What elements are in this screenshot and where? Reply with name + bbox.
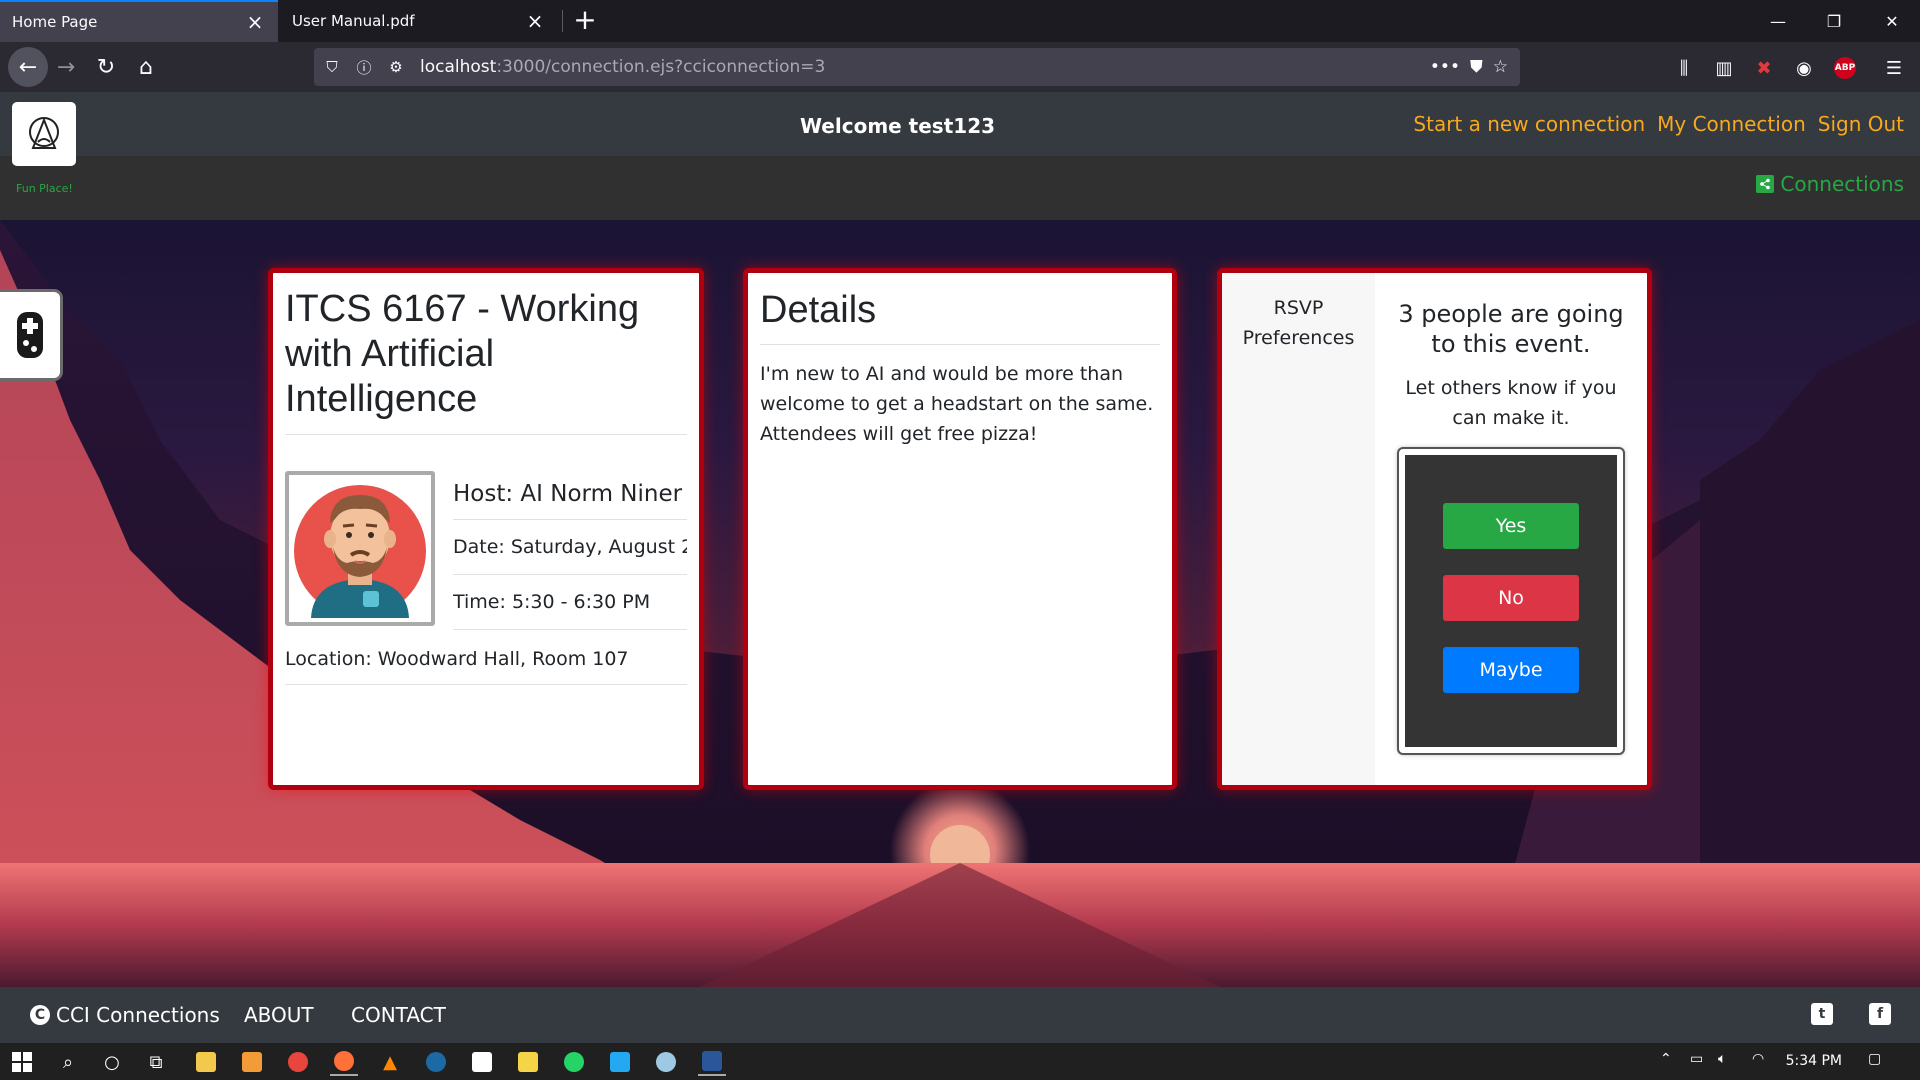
event-card: ITCS 6167 - Working with Artificial Inte… — [268, 268, 704, 790]
shield-icon[interactable]: ⛉ — [318, 53, 346, 81]
taskbar-clock[interactable]: 5:34 PM — [1786, 1053, 1842, 1069]
wifi-icon[interactable]: ◠ — [1752, 1051, 1764, 1067]
vlc-icon[interactable]: ▲ — [376, 1048, 404, 1076]
search-icon[interactable]: ⌕ — [54, 1048, 82, 1076]
reload-icon[interactable]: ↻ — [88, 49, 124, 85]
details-body: I'm new to AI and would be more than wel… — [760, 363, 1154, 445]
new-tab-icon[interactable]: + — [570, 6, 600, 36]
details-card: Details I'm new to AI and would be more … — [743, 268, 1177, 790]
close-tab-icon[interactable]: × — [524, 9, 546, 33]
tab-title: Home Page — [12, 13, 98, 31]
rsvp-preferences-label: RSVP Preferences — [1222, 273, 1375, 785]
footer-contact-link[interactable]: CONTACT — [351, 1003, 446, 1027]
event-host: Host: AI Norm Niner — [453, 471, 687, 520]
footer-about-link[interactable]: ABOUT — [244, 1003, 314, 1027]
event-location: Location: Woodward Hall, Room 107 — [285, 630, 687, 685]
url-host: localhost — [420, 57, 497, 77]
site-logo[interactable] — [12, 102, 76, 166]
main-content: ITCS 6167 - Working with Artificial Inte… — [0, 220, 1920, 987]
account-icon[interactable]: ◉ — [1790, 54, 1818, 82]
connections-link[interactable]: Connections — [1756, 172, 1904, 196]
rsvp-yes-button[interactable]: Yes — [1443, 503, 1579, 549]
browser-nav-bar: ← → ↻ ⌂ ⛉ ⓘ ⚙ localhost:3000/connection.… — [0, 42, 1920, 92]
site-subheader: Fun Place! Connections — [0, 156, 1920, 220]
rsvp-prompt: Let others know if you can make it. — [1405, 377, 1617, 429]
menu-icon[interactable]: ☰ — [1880, 54, 1908, 82]
more-actions-icon[interactable]: ••• — [1430, 57, 1460, 77]
site-footer: C CCI Connections ABOUT CONTACT t f — [0, 987, 1920, 1043]
bookmark-star-icon[interactable]: ☆ — [1493, 57, 1508, 77]
controller-widget[interactable] — [0, 292, 60, 378]
whatsapp-icon[interactable] — [560, 1048, 588, 1076]
home-icon[interactable]: ⌂ — [128, 49, 164, 85]
task-view-icon[interactable]: ⧉ — [142, 1048, 170, 1076]
tray-chevron-icon[interactable]: ⌃ — [1660, 1051, 1672, 1067]
site-header: Welcome test123 Start a new connection M… — [0, 92, 1920, 166]
host-avatar-image — [294, 485, 426, 618]
adblock-icon[interactable]: ABP — [1834, 57, 1856, 79]
vscode-icon[interactable] — [606, 1048, 634, 1076]
snipping-tool-icon[interactable] — [652, 1048, 680, 1076]
close-window-icon[interactable]: ✕ — [1864, 0, 1920, 42]
notifications-icon[interactable]: ▢ — [1868, 1051, 1881, 1067]
library-icon[interactable]: ⫼ — [1670, 54, 1698, 82]
volume-icon[interactable]: 🔈︎ — [1718, 1051, 1726, 1067]
event-date: Date: Saturday, August 29, — [453, 520, 687, 575]
close-tab-icon[interactable]: × — [244, 10, 266, 34]
tab-user-manual[interactable]: User Manual.pdf × — [280, 0, 558, 42]
gamepad-icon — [17, 312, 43, 358]
attendee-count: 3 people are going to this event. — [1398, 300, 1624, 358]
minimize-icon[interactable]: — — [1750, 0, 1806, 42]
notepad-icon[interactable] — [468, 1048, 496, 1076]
firefox-icon[interactable] — [330, 1048, 358, 1076]
copyright-icon: C — [30, 1005, 50, 1025]
extension-x-icon[interactable]: ✖ — [1750, 54, 1778, 82]
details-heading: Details — [760, 289, 1160, 345]
browser-tab-bar: Home Page × User Manual.pdf × + — ❐ ✕ — [0, 0, 1920, 42]
sublime-text-icon[interactable] — [238, 1048, 266, 1076]
url-bar[interactable]: ⛉ ⓘ ⚙ localhost:3000/connection.ejs?ccic… — [314, 48, 1520, 86]
tab-title: User Manual.pdf — [292, 12, 415, 30]
rsvp-maybe-button[interactable]: Maybe — [1443, 647, 1579, 693]
permissions-icon[interactable]: ⚙ — [382, 53, 410, 81]
footer-brand[interactable]: C CCI Connections — [30, 1003, 220, 1027]
rsvp-button-panel: Yes No Maybe — [1397, 447, 1625, 755]
chrome-icon[interactable] — [284, 1048, 312, 1076]
facebook-icon[interactable]: f — [1869, 1003, 1891, 1025]
url-path: :3000/connection.ejs?cciconnection=3 — [496, 57, 826, 77]
site-tagline: Fun Place! — [16, 182, 73, 195]
forward-icon[interactable]: → — [48, 49, 84, 85]
my-connection-link[interactable]: My Connection — [1657, 112, 1806, 136]
word-icon[interactable] — [698, 1048, 726, 1076]
windows-start-icon[interactable] — [8, 1048, 36, 1076]
twitter-icon[interactable]: t — [1811, 1003, 1833, 1025]
start-new-connection-link[interactable]: Start a new connection — [1413, 112, 1645, 136]
logo-icon — [29, 117, 59, 149]
url-text[interactable]: localhost:3000/connection.ejs?cciconnect… — [420, 57, 1430, 77]
connections-link-label: Connections — [1780, 172, 1904, 196]
tab-separator — [562, 10, 563, 32]
rsvp-card: RSVP Preferences 3 people are going to t… — [1217, 268, 1652, 790]
windows-taskbar: ⌕ ○ ⧉ ▲ ⌃ ▭ 🔈︎ ◠ 5:34 PM ▢ — [0, 1043, 1920, 1080]
event-title: ITCS 6167 - Working with Artificial Inte… — [285, 287, 687, 435]
pocket-icon[interactable]: ⛊ — [1470, 57, 1483, 77]
host-avatar — [285, 471, 435, 626]
file-explorer-icon[interactable] — [192, 1048, 220, 1076]
tab-home-page[interactable]: Home Page × — [0, 0, 278, 42]
sidebar-icon[interactable]: ▥ — [1710, 54, 1738, 82]
event-time: Time: 5:30 - 6:30 PM — [453, 575, 687, 630]
back-icon[interactable]: ← — [8, 47, 48, 87]
info-icon[interactable]: ⓘ — [350, 53, 378, 81]
app-yellow-icon[interactable] — [514, 1048, 542, 1076]
rsvp-no-button[interactable]: No — [1443, 575, 1579, 621]
cortana-icon[interactable]: ○ — [98, 1048, 126, 1076]
battery-icon[interactable]: ▭ — [1690, 1051, 1703, 1067]
steam-icon[interactable] — [422, 1048, 450, 1076]
restore-icon[interactable]: ❐ — [1806, 0, 1862, 42]
sign-out-link[interactable]: Sign Out — [1818, 112, 1904, 136]
share-icon — [1756, 175, 1775, 193]
footer-brand-label: CCI Connections — [56, 1003, 220, 1027]
